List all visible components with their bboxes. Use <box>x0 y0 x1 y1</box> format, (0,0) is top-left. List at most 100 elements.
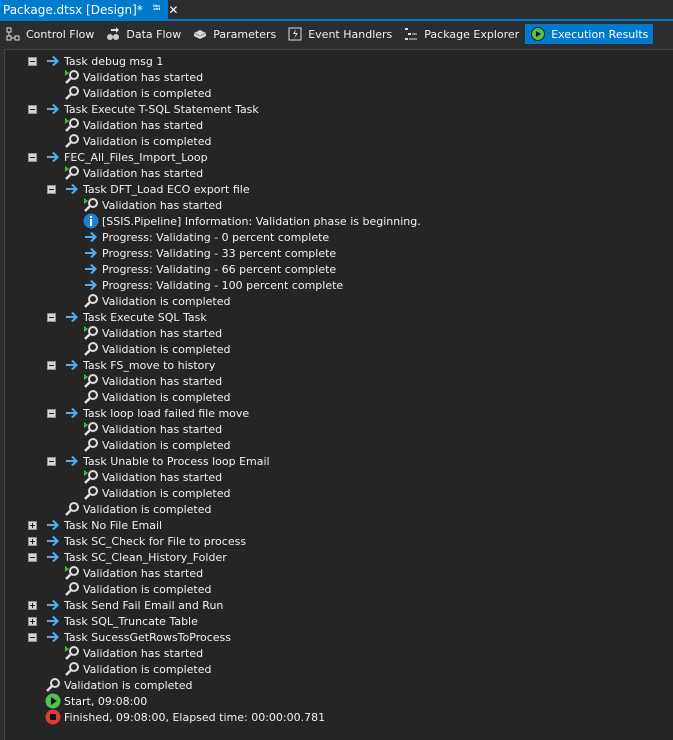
result-text: Validation has started <box>102 422 223 436</box>
result-text: Task loop load failed file move <box>83 406 250 420</box>
result-item[interactable]: Validation has started <box>64 117 203 133</box>
collapse-icon[interactable] <box>47 456 56 466</box>
result-item[interactable]: Validation is completed <box>45 677 192 693</box>
tab-package-explorer-label: Package Explorer <box>424 27 520 41</box>
tree-node[interactable]: Task SQL_Truncate Table <box>28 613 198 629</box>
result-item[interactable]: Progress: Validating - 100 percent compl… <box>83 277 343 293</box>
tab-control-flow[interactable]: Control Flow <box>0 24 99 44</box>
control-flow-icon <box>6 27 20 41</box>
tab-parameters[interactable]: Parameters <box>187 24 281 44</box>
result-item[interactable]: Validation has started <box>64 645 203 661</box>
pin-icon[interactable]: ⭾ <box>153 1 161 18</box>
result-item[interactable]: Validation has started <box>83 421 222 437</box>
validation-started-icon <box>64 165 80 181</box>
validation-completed-icon <box>83 485 99 501</box>
result-item[interactable]: Validation is completed <box>83 293 230 309</box>
collapse-icon[interactable] <box>47 184 56 194</box>
result-item[interactable]: Validation is completed <box>64 133 211 149</box>
tab-package-explorer[interactable]: Package Explorer <box>398 24 524 44</box>
result-text: Validation is completed <box>102 486 231 500</box>
arrow-icon <box>83 261 99 277</box>
tree-node[interactable]: Task SC_Clean_History_Folder <box>28 549 227 565</box>
tab-data-flow[interactable]: Data Flow <box>100 24 186 44</box>
arrow-icon <box>64 357 80 373</box>
parameters-icon <box>193 27 207 41</box>
result-text: Task debug msg 1 <box>64 54 164 68</box>
result-text: Validation has started <box>102 198 223 212</box>
result-text: Validation has started <box>83 646 204 660</box>
result-item[interactable]: [SSIS.Pipeline] Information: Validation … <box>83 213 421 229</box>
close-icon[interactable]: ✕ <box>168 3 178 17</box>
result-item[interactable]: Progress: Validating - 66 percent comple… <box>83 261 336 277</box>
collapse-icon[interactable] <box>47 312 56 322</box>
tree-node[interactable]: Task FS_move to history <box>47 357 215 373</box>
document-tab-strip: Package.dtsx [Design]* ⭾ ✕ <box>0 0 673 21</box>
tree-node[interactable]: Task Unable to Process loop Email <box>47 453 270 469</box>
result-item[interactable]: Validation is completed <box>64 581 211 597</box>
result-item[interactable]: Validation is completed <box>64 661 211 677</box>
tree-node[interactable]: Task Execute SQL Task <box>47 309 207 325</box>
result-item[interactable]: Validation is completed <box>83 341 230 357</box>
collapse-icon[interactable] <box>47 360 56 370</box>
tree-node[interactable]: Task No File Email <box>28 517 162 533</box>
expand-icon[interactable] <box>28 536 37 546</box>
tree-node[interactable]: Task SucessGetRowsToProcess <box>28 629 231 645</box>
collapse-icon[interactable] <box>28 104 37 114</box>
tree-node[interactable]: Task Execute T-SQL Statement Task <box>28 101 259 117</box>
arrow-icon <box>64 405 80 421</box>
finish-icon <box>45 709 61 725</box>
result-item[interactable]: Validation has started <box>64 165 203 181</box>
expand-icon[interactable] <box>28 600 37 610</box>
tab-data-flow-label: Data Flow <box>126 27 182 41</box>
result-text: Progress: Validating - 33 percent comple… <box>102 246 337 260</box>
expand-icon[interactable] <box>28 520 37 530</box>
collapse-icon[interactable] <box>28 552 37 562</box>
result-item[interactable]: Validation is completed <box>83 485 230 501</box>
tree-node[interactable]: Task loop load failed file move <box>47 405 249 421</box>
tab-parameters-label: Parameters <box>213 27 277 41</box>
result-text: Validation is completed <box>102 294 231 308</box>
tab-execution-results-label: Execution Results <box>551 27 649 41</box>
tab-event-handlers[interactable]: Event Handlers <box>282 24 397 44</box>
tree-node[interactable]: Task Send Fail Email and Run <box>28 597 223 613</box>
execution-results-tree: Task debug msg 1 Validation has started Va… <box>4 49 673 740</box>
result-item[interactable]: Progress: Validating - 0 percent complet… <box>83 229 329 245</box>
result-item[interactable]: Validation has started <box>83 197 222 213</box>
result-item[interactable]: Validation is completed <box>83 389 230 405</box>
result-text: Task Unable to Process loop Email <box>83 454 270 468</box>
tab-control-flow-label: Control Flow <box>26 27 95 41</box>
document-tab[interactable]: Package.dtsx [Design]* ⭾ ✕ <box>0 0 178 19</box>
tree-node[interactable]: FEC_All_Files_Import_Loop <box>28 149 208 165</box>
info-icon <box>83 213 99 229</box>
result-text: FEC_All_Files_Import_Loop <box>64 150 208 164</box>
result-item[interactable]: Validation has started <box>83 469 222 485</box>
result-item[interactable]: Validation has started <box>64 565 203 581</box>
tree-node[interactable]: Task SC_Check for File to process <box>28 533 246 549</box>
result-item[interactable]: Validation is completed <box>83 437 230 453</box>
data-flow-icon <box>106 27 120 41</box>
tree-node[interactable]: Task debug msg 1 <box>28 53 163 69</box>
result-item[interactable]: Validation has started <box>83 325 222 341</box>
validation-completed-icon <box>64 85 80 101</box>
result-item[interactable]: Validation has started <box>64 69 203 85</box>
result-item[interactable]: Validation is completed <box>64 501 211 517</box>
validation-started-icon <box>64 645 80 661</box>
result-text: Task FS_move to history <box>83 358 216 372</box>
result-text: Progress: Validating - 66 percent comple… <box>102 262 337 276</box>
expand-icon[interactable] <box>28 616 37 626</box>
arrow-icon <box>45 629 61 645</box>
collapse-icon[interactable] <box>28 56 37 66</box>
collapse-icon[interactable] <box>28 152 37 162</box>
result-item[interactable]: Progress: Validating - 33 percent comple… <box>83 245 336 261</box>
result-text: Validation is completed <box>83 662 212 676</box>
collapse-icon[interactable] <box>28 632 37 642</box>
tree-node[interactable]: Task DFT_Load ECO export file <box>47 181 250 197</box>
result-text: Validation is completed <box>83 582 212 596</box>
tab-execution-results[interactable]: Execution Results <box>525 24 654 44</box>
result-item[interactable]: Start, 09:08:00 <box>45 693 147 709</box>
collapse-icon[interactable] <box>47 408 56 418</box>
result-item[interactable]: Finished, 09:08:00, Elapsed time: 00:00:… <box>45 709 325 725</box>
result-item[interactable]: Validation is completed <box>64 85 211 101</box>
result-item[interactable]: Validation has started <box>83 373 222 389</box>
validation-completed-icon <box>64 501 80 517</box>
